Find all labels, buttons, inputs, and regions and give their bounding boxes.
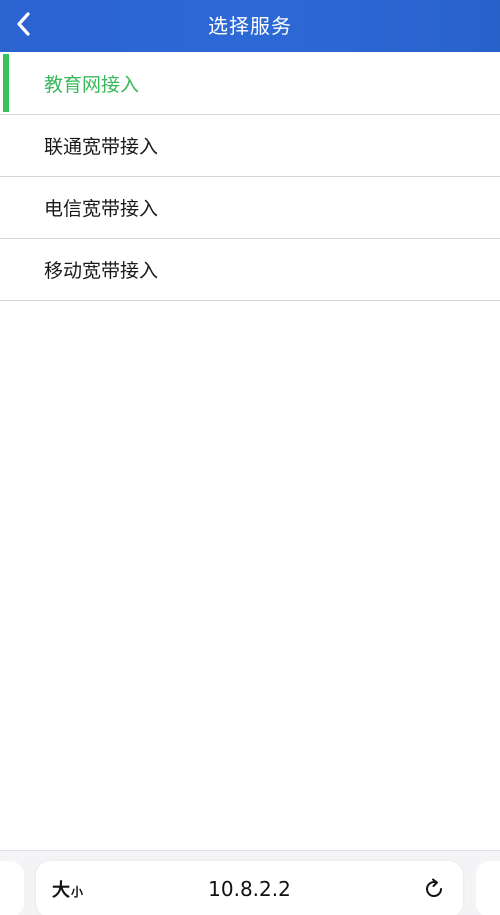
service-item-label: 教育网接入 xyxy=(44,73,140,96)
service-item-edu[interactable]: 教育网接入 xyxy=(0,52,500,115)
url-text[interactable]: 10.8.2.2 xyxy=(36,861,463,915)
service-item-telecom[interactable]: 电信宽带接入 xyxy=(0,177,500,239)
service-item-mobile[interactable]: 移动宽带接入 xyxy=(0,239,500,301)
next-tab-preview[interactable] xyxy=(476,861,500,915)
page-title: 选择服务 xyxy=(208,14,292,38)
reload-icon[interactable] xyxy=(422,877,446,901)
service-item-label: 电信宽带接入 xyxy=(44,198,159,220)
service-item-label: 移动宽带接入 xyxy=(44,260,159,282)
previous-tab-preview[interactable] xyxy=(0,861,24,915)
header-bar: 选择服务 xyxy=(0,0,500,52)
address-bar[interactable]: 大小 10.8.2.2 xyxy=(36,861,463,915)
page: 选择服务 教育网接入 联通宽带接入 电信宽带接入 移动宽带接入 大小 10.8.… xyxy=(0,0,500,915)
service-item-unicom[interactable]: 联通宽带接入 xyxy=(0,115,500,177)
service-item-label: 联通宽带接入 xyxy=(44,136,159,158)
service-list: 教育网接入 联通宽带接入 电信宽带接入 移动宽带接入 xyxy=(0,52,500,301)
browser-bottom-bar: 大小 10.8.2.2 xyxy=(0,850,500,915)
selected-indicator xyxy=(3,54,9,112)
